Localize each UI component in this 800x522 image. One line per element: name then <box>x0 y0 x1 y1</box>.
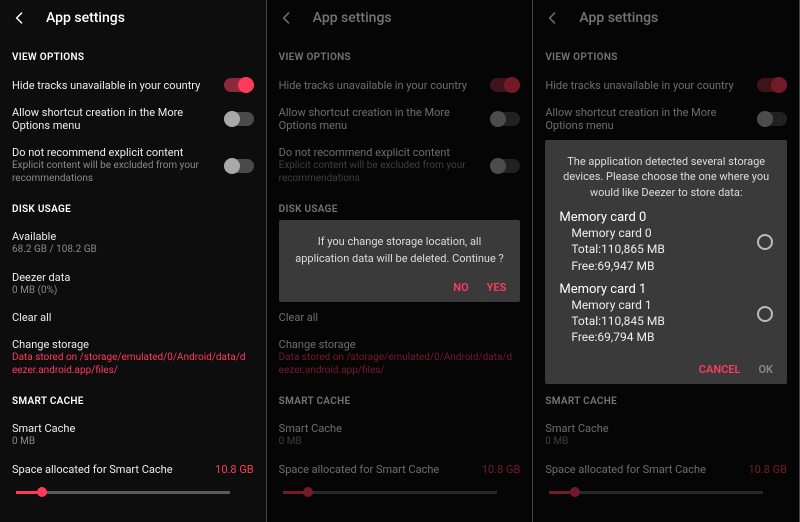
storage-cancel-button[interactable]: CANCEL <box>699 363 741 376</box>
section-smart-cache: SMART CACHE <box>12 396 254 407</box>
confirm-no-button[interactable]: NO <box>453 281 468 294</box>
back-arrow-icon[interactable] <box>12 10 28 26</box>
explicit-label: Do not recommend explicit content <box>12 146 216 159</box>
deezer-data-row: Deezer data 0 MB (0%) <box>12 264 254 305</box>
header-title: App settings <box>46 10 125 26</box>
deezer-data-label: Deezer data <box>12 271 246 284</box>
settings-screen-storage-picker: App settings VIEW OPTIONS Hide tracks un… <box>533 0 800 522</box>
storage-option-free: Free:69,947 MB <box>559 258 751 274</box>
smart-cache-label: Smart Cache <box>12 422 246 435</box>
shortcut-row[interactable]: Allow shortcut creation in the More Opti… <box>12 99 254 139</box>
confirm-yes-button[interactable]: YES <box>487 281 507 294</box>
smart-cache-row: Smart Cache 0 MB <box>12 415 254 456</box>
available-row: Available 68.2 GB / 108.2 GB <box>12 223 254 264</box>
storage-picker-modal: The application detected several storage… <box>545 140 787 384</box>
explicit-sub: Explicit content will be excluded from y… <box>12 160 216 185</box>
storage-option-radio[interactable] <box>757 306 773 322</box>
storage-modal-message: The application detected several storage… <box>559 154 773 200</box>
change-storage-path: Data stored on /storage/emulated/0/Andro… <box>12 352 246 377</box>
storage-option-label: Memory card 1 <box>559 297 751 313</box>
shortcut-label: Allow shortcut creation in the More Opti… <box>12 106 216 132</box>
hide-tracks-label: Hide tracks unavailable in your country <box>12 79 216 92</box>
confirm-storage-modal: If you change storage location, all appl… <box>279 220 521 302</box>
clear-all-row[interactable]: Clear all <box>12 304 254 331</box>
storage-option-free: Free:69,794 MB <box>559 329 751 345</box>
clear-all-label: Clear all <box>12 311 246 324</box>
storage-option-name: Memory card 1 <box>559 282 751 297</box>
available-value: 68.2 GB / 108.2 GB <box>12 244 246 257</box>
storage-option-radio[interactable] <box>757 234 773 250</box>
cache-slider[interactable] <box>12 487 254 494</box>
hide-tracks-row[interactable]: Hide tracks unavailable in your country <box>12 71 254 99</box>
shortcut-toggle[interactable] <box>224 112 254 126</box>
settings-screen-base: App settings VIEW OPTIONS Hide tracks un… <box>0 0 267 522</box>
settings-screen-confirm-dialog: App settings VIEW OPTIONS Hide tracks un… <box>267 0 534 522</box>
section-view-options: VIEW OPTIONS <box>12 52 254 63</box>
storage-ok-button[interactable]: OK <box>758 363 773 376</box>
explicit-row[interactable]: Do not recommend explicit content Explic… <box>12 139 254 192</box>
smart-cache-value: 0 MB <box>12 436 246 449</box>
change-storage-row[interactable]: Change storage Data stored on /storage/e… <box>12 331 254 384</box>
hide-tracks-toggle[interactable] <box>224 78 254 92</box>
storage-option-total: Total:110,865 MB <box>559 241 751 257</box>
header: App settings <box>0 0 266 36</box>
change-storage-label: Change storage <box>12 338 246 351</box>
storage-option-name: Memory card 0 <box>559 210 751 225</box>
storage-option-0[interactable]: Memory card 0 Memory card 0 Total:110,86… <box>559 206 773 278</box>
space-allocated-row: Space allocated for Smart Cache 10.8 GB <box>12 456 254 483</box>
storage-option-label: Memory card 0 <box>559 225 751 241</box>
storage-option-1[interactable]: Memory card 1 Memory card 1 Total:110,84… <box>559 278 773 350</box>
section-disk-usage: DISK USAGE <box>12 204 254 215</box>
available-label: Available <box>12 230 246 243</box>
space-allocated-label: Space allocated for Smart Cache <box>12 463 207 476</box>
confirm-modal-message: If you change storage location, all appl… <box>293 234 507 267</box>
storage-option-total: Total:110,845 MB <box>559 313 751 329</box>
space-allocated-value: 10.8 GB <box>215 463 254 476</box>
deezer-data-value: 0 MB (0%) <box>12 285 246 298</box>
explicit-toggle[interactable] <box>224 159 254 173</box>
